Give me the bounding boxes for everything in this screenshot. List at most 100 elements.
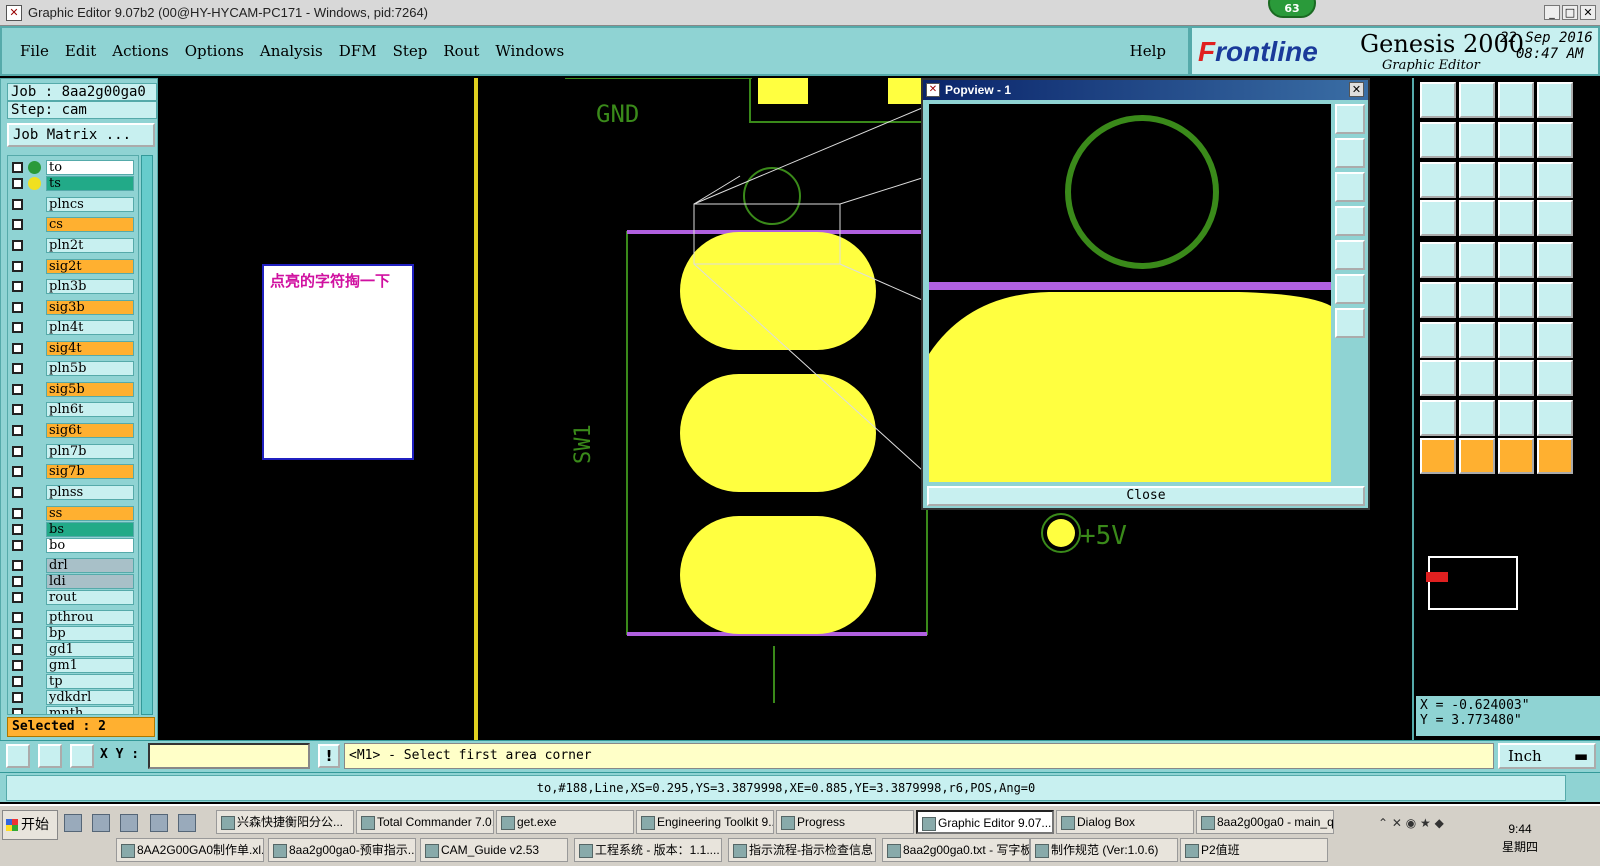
- move-up-icon[interactable]: [1420, 82, 1456, 118]
- layer-name[interactable]: pln2t: [46, 238, 134, 253]
- select-arrow-icon[interactable]: [1420, 438, 1456, 474]
- triangle-icon[interactable]: [1420, 400, 1456, 436]
- layer-name[interactable]: bs: [46, 522, 134, 537]
- fit-all-icon[interactable]: [1420, 162, 1456, 198]
- layer-name[interactable]: sig3b: [46, 300, 134, 315]
- quick-launch-icon[interactable]: [120, 814, 138, 832]
- layer-name[interactable]: drl: [46, 558, 134, 573]
- pad-node-icon[interactable]: [1420, 360, 1456, 396]
- task-item[interactable]: get.exe: [496, 810, 634, 834]
- layer-name[interactable]: plncs: [46, 197, 134, 212]
- layer-row-pln7b[interactable]: pln7b: [8, 444, 138, 459]
- layer-row-cs[interactable]: cs: [8, 217, 138, 232]
- ruler-icon[interactable]: [1498, 242, 1534, 278]
- task-item[interactable]: 8aa2g00ga0 - main_qa: [1196, 810, 1334, 834]
- layer-row-pln5b[interactable]: pln5b: [8, 361, 138, 376]
- layer-name[interactable]: sig5b: [46, 382, 134, 397]
- task-item[interactable]: Dialog Box: [1056, 810, 1194, 834]
- layer-name[interactable]: ydkdrl: [46, 690, 134, 705]
- notification-badge[interactable]: 63: [1268, 0, 1316, 18]
- layer-checkbox[interactable]: [12, 343, 23, 354]
- layer-name[interactable]: pthrou: [46, 610, 134, 625]
- layer-checkbox[interactable]: [12, 487, 23, 498]
- task-item[interactable]: Progress: [776, 810, 914, 834]
- layer-row-pln4t[interactable]: pln4t: [8, 320, 138, 335]
- move-right-icon[interactable]: [1459, 122, 1495, 158]
- layer-checkbox[interactable]: [12, 302, 23, 313]
- layer-name[interactable]: tp: [46, 674, 134, 689]
- layer-row-ldi[interactable]: ldi: [8, 574, 138, 589]
- task-item[interactable]: 8aa2g00ga0.txt - 写字板: [882, 838, 1030, 862]
- menu-edit[interactable]: Edit: [65, 42, 96, 60]
- layer-checkbox[interactable]: [12, 281, 23, 292]
- layer-checkbox[interactable]: [12, 162, 23, 173]
- layer-checkbox[interactable]: [12, 644, 23, 655]
- triangle-arrow-icon[interactable]: [1459, 400, 1495, 436]
- quick-launch-icon[interactable]: [64, 814, 82, 832]
- minimize-button[interactable]: _: [1544, 5, 1560, 20]
- popview-tool-6[interactable]: [1335, 274, 1365, 304]
- scale-1-2-icon[interactable]: [1498, 162, 1534, 198]
- task-item[interactable]: Graphic Editor 9.07...: [916, 810, 1054, 834]
- layer-row-gd1[interactable]: gd1: [8, 642, 138, 657]
- popview-tool-4[interactable]: [1335, 206, 1365, 236]
- arc-icon[interactable]: [1498, 322, 1534, 358]
- layer-name[interactable]: rout: [46, 590, 134, 605]
- snapshot-icon[interactable]: [1537, 242, 1573, 278]
- tray-icons[interactable]: ⌃ ✕ ◉ ★ ◆: [1378, 816, 1444, 830]
- popview-tool-3[interactable]: [1335, 172, 1365, 202]
- select-arrow-2-icon[interactable]: [1459, 438, 1495, 474]
- letter-a-2-icon[interactable]: [1537, 400, 1573, 436]
- move-down-icon[interactable]: [1459, 82, 1495, 118]
- line-red-icon[interactable]: [1420, 322, 1456, 358]
- task-item[interactable]: 制作规范 (Ver:1.0.6): [1030, 838, 1178, 862]
- select-net-icon[interactable]: [1537, 438, 1573, 474]
- task-item[interactable]: 8aa2g00ga0-预审指示...: [268, 838, 416, 862]
- layer-row-sig7b[interactable]: sig7b: [8, 464, 138, 479]
- menu-help[interactable]: Help: [1130, 42, 1166, 60]
- layer-row-sig3b[interactable]: sig3b: [8, 300, 138, 315]
- menu-file[interactable]: File: [20, 42, 49, 60]
- layer-name[interactable]: pln7b: [46, 444, 134, 459]
- popview-close-button[interactable]: Close: [927, 486, 1365, 506]
- layer-name[interactable]: to: [46, 160, 134, 175]
- layer-checkbox[interactable]: [12, 322, 23, 333]
- unit-select[interactable]: Inch ▬: [1498, 743, 1596, 769]
- layer-name[interactable]: pln6t: [46, 402, 134, 417]
- layer-name[interactable]: mnth: [46, 706, 134, 714]
- layer-name[interactable]: gd1: [46, 642, 134, 657]
- layer-row-ts[interactable]: ts: [8, 176, 138, 191]
- start-button[interactable]: 开始: [2, 810, 58, 840]
- zoom-window-icon[interactable]: [1459, 242, 1495, 278]
- select-arrow-3-icon[interactable]: [1498, 438, 1534, 474]
- letter-a-icon[interactable]: [1498, 400, 1534, 436]
- layer-checkbox[interactable]: [12, 576, 23, 587]
- menu-windows[interactable]: Windows: [495, 42, 564, 60]
- layer-name[interactable]: gm1: [46, 658, 134, 673]
- blocks-icon[interactable]: [1537, 360, 1573, 396]
- quick-launch-icon[interactable]: [178, 814, 196, 832]
- xy-input[interactable]: [148, 743, 310, 769]
- task-item[interactable]: P2值班: [1180, 838, 1328, 862]
- task-item[interactable]: 8AA2G00GA0制作单.xl...: [116, 838, 264, 862]
- layer-name[interactable]: cs: [46, 217, 134, 232]
- task-item[interactable]: 工程系统 - 版本：1.1....: [574, 838, 722, 862]
- layer-row-bs[interactable]: bs: [8, 522, 138, 537]
- line-diag-icon[interactable]: [1459, 322, 1495, 358]
- layer-checkbox[interactable]: [12, 466, 23, 477]
- grid-tool[interactable]: [70, 744, 94, 768]
- probe-icon[interactable]: [1459, 200, 1495, 236]
- layer-name[interactable]: plnss: [46, 485, 134, 500]
- layer-row-mnth[interactable]: mnth: [8, 706, 138, 714]
- layer-checkbox[interactable]: [12, 261, 23, 272]
- layer-checkbox[interactable]: [12, 592, 23, 603]
- task-item[interactable]: 兴森快捷衡阳分公...: [216, 810, 354, 834]
- task-item[interactable]: Engineering Toolkit 9....: [636, 810, 774, 834]
- layer-row-sig5b[interactable]: sig5b: [8, 382, 138, 397]
- maximize-button[interactable]: □: [1562, 5, 1578, 20]
- layers-red-icon[interactable]: [1498, 200, 1534, 236]
- layer-checkbox[interactable]: [12, 628, 23, 639]
- menu-options[interactable]: Options: [185, 42, 244, 60]
- layer-name[interactable]: pln4t: [46, 320, 134, 335]
- mini-map[interactable]: [1426, 556, 1518, 610]
